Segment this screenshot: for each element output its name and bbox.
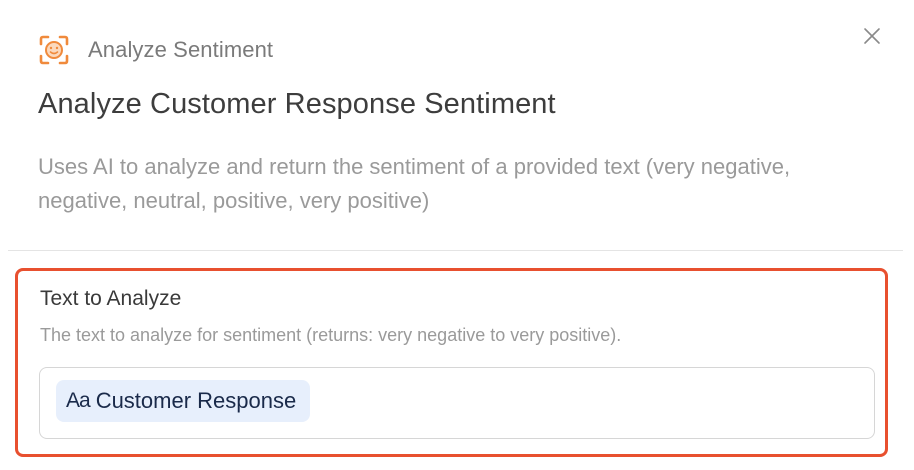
- divider: [8, 250, 903, 251]
- field-help-text: The text to analyze for sentiment (retur…: [40, 325, 622, 345]
- text-input[interactable]: Aa Customer Response: [39, 367, 875, 439]
- page-title: Analyze Customer Response Sentiment: [38, 88, 556, 120]
- text-type-icon: Aa: [66, 389, 91, 412]
- description: Uses AI to analyze and return the sentim…: [38, 154, 791, 213]
- variable-token[interactable]: Aa Customer Response: [56, 380, 311, 422]
- header-label: Analyze Sentiment: [88, 37, 274, 62]
- close-button[interactable]: [860, 24, 884, 48]
- text-to-analyze-field: Text to Analyze The text to analyze for …: [15, 268, 888, 457]
- sentiment-panel: Analyze Sentiment Analyze Customer Respo…: [0, 0, 914, 470]
- close-icon: [864, 28, 880, 44]
- header: Analyze Sentiment: [38, 34, 273, 66]
- smiley-scan-icon: [38, 34, 70, 66]
- token-label: Customer Response: [95, 388, 297, 413]
- field-label: Text to Analyze: [40, 287, 182, 310]
